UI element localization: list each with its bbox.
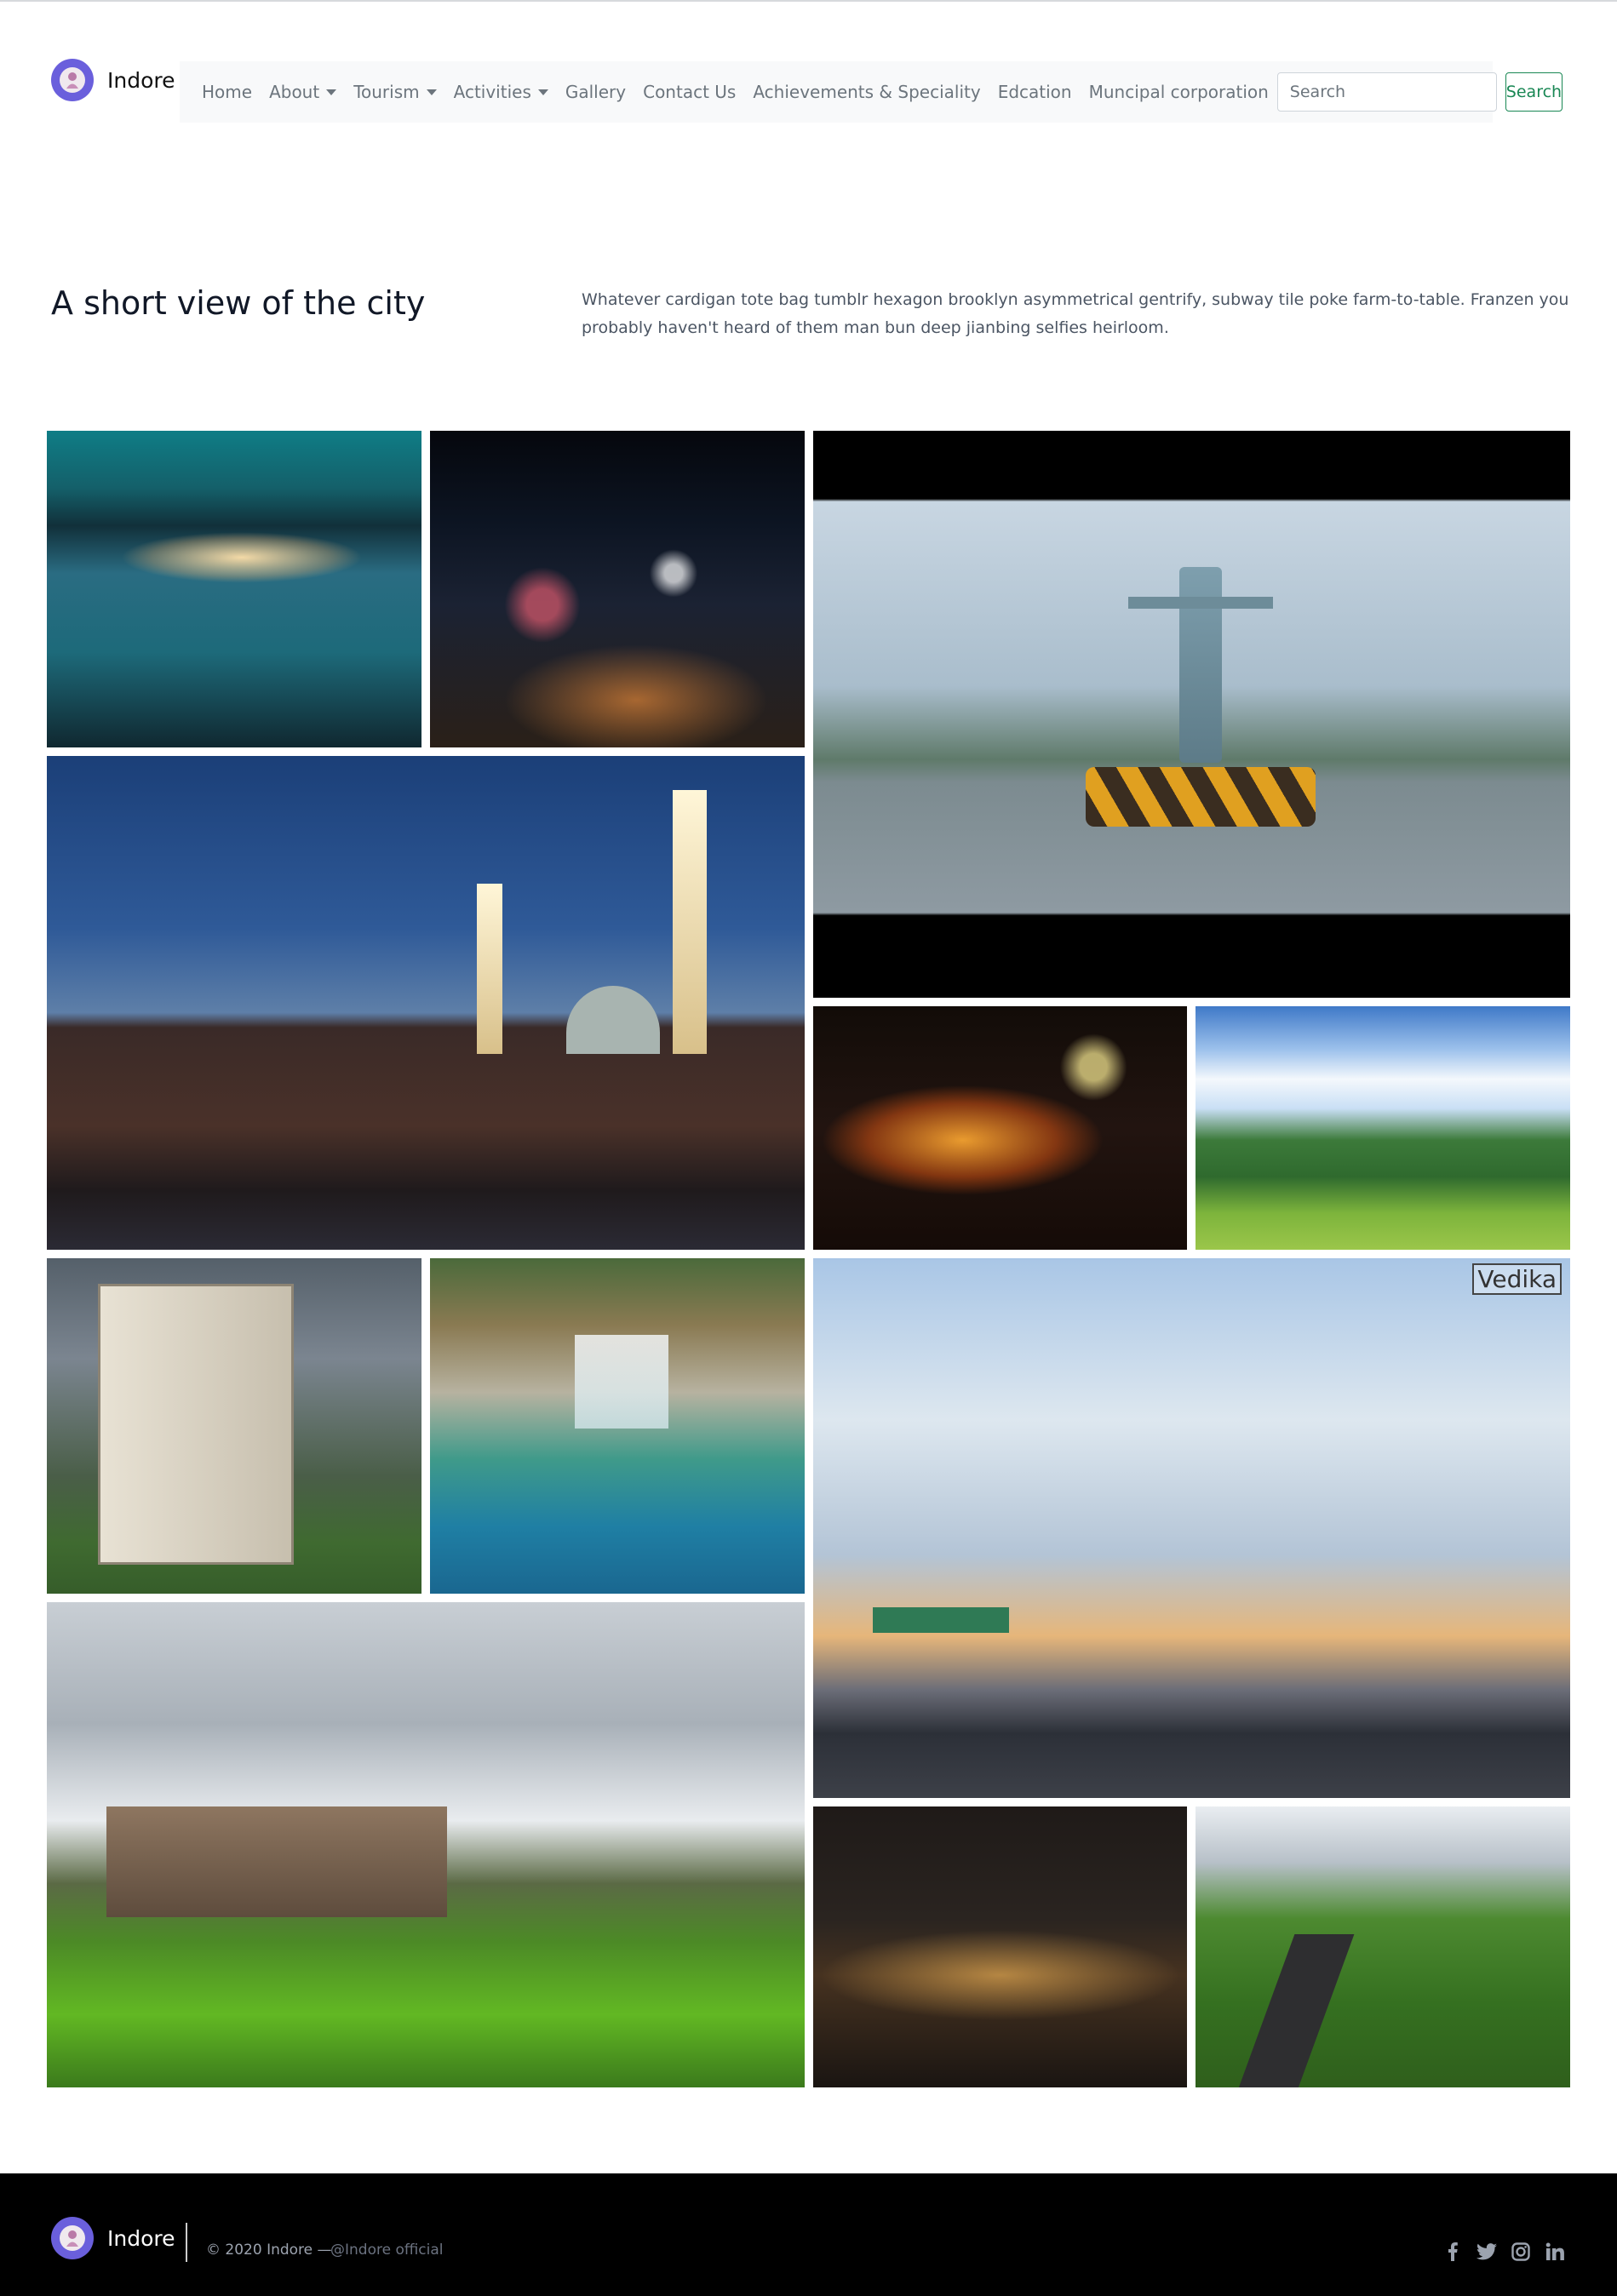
- gallery-photo-city-lights[interactable]: [813, 1806, 1187, 2087]
- dome-shape: [566, 986, 660, 1054]
- caret-down-icon: [326, 89, 337, 95]
- caret-down-icon: [537, 89, 548, 95]
- gallery-photo-ghat-road[interactable]: [1196, 1806, 1570, 2087]
- nav-gallery[interactable]: Gallery: [565, 82, 626, 102]
- gallery-photo-waterfall-pool[interactable]: [430, 1258, 805, 1594]
- gallery-photo-fort-ruins[interactable]: [47, 1602, 805, 2087]
- nav-about-dropdown[interactable]: About: [269, 82, 337, 102]
- gallery-photo-apartment-tower[interactable]: [47, 1258, 421, 1594]
- brand-link[interactable]: Indore: [51, 58, 175, 102]
- nav-gallery-label: Gallery: [565, 82, 627, 102]
- nav-activities-dropdown[interactable]: Activities: [454, 82, 548, 102]
- nav-achievements-label: Achievements & Speciality: [753, 82, 981, 102]
- facebook-icon[interactable]: [1442, 2242, 1463, 2262]
- page-title: A short view of the city: [51, 284, 426, 322]
- gallery-photo-mosque-lake[interactable]: [47, 756, 805, 1250]
- photo-watermark: Vedika: [1472, 1263, 1562, 1295]
- gallery-photo-robot-statue-square[interactable]: [813, 431, 1570, 998]
- waterfall-shape: [575, 1335, 668, 1429]
- footer-divider: [186, 2223, 187, 2262]
- social-links: [1442, 2242, 1565, 2262]
- caret-down-icon: [426, 89, 437, 95]
- linkedin-icon[interactable]: [1545, 2242, 1565, 2262]
- nav-municipal-label: Muncipal corporation: [1088, 82, 1269, 102]
- nav-tourism-label: Tourism: [353, 82, 420, 102]
- highway-sign-shape: [873, 1607, 1009, 1633]
- minaret-shape: [673, 790, 707, 1054]
- nav-contact-us[interactable]: Contact Us: [643, 82, 736, 102]
- instagram-icon[interactable]: [1511, 2242, 1531, 2262]
- brand-name: Indore: [107, 67, 175, 93]
- footer-handle-link[interactable]: @Indore official: [330, 2242, 444, 2259]
- nav-achievements[interactable]: Achievements & Speciality: [753, 82, 980, 102]
- nav-education-label: Edcation: [997, 82, 1072, 102]
- gallery-photo-traffic-light-trails[interactable]: [813, 1006, 1187, 1250]
- search-button[interactable]: Search: [1505, 72, 1563, 112]
- intro-description: Whatever cardigan tote bag tumblr hexago…: [582, 290, 1569, 337]
- gallery-photo-bridge-night[interactable]: [47, 431, 421, 747]
- ruin-shape: [106, 1806, 447, 1917]
- nav-home-label: Home: [202, 82, 253, 102]
- statue-base-shape: [1086, 767, 1316, 827]
- main-navbar: Home About Tourism Activities Gallery Co…: [180, 61, 1563, 123]
- site-footer: Indore © 2020 Indore — @Indore official: [0, 2173, 1617, 2296]
- nav-home[interactable]: Home: [202, 82, 252, 102]
- minaret-shape: [477, 884, 502, 1054]
- tower-shape: [98, 1284, 294, 1565]
- footer-brand-link[interactable]: Indore: [51, 2216, 175, 2260]
- logo-icon: [51, 2217, 94, 2259]
- twitter-icon[interactable]: [1477, 2242, 1497, 2262]
- logo-icon: [51, 59, 94, 101]
- search-input[interactable]: [1276, 72, 1497, 112]
- road-shape: [1232, 1934, 1355, 2087]
- nav-about-label: About: [269, 82, 320, 102]
- gallery-photo-sunset-highway[interactable]: Vedika: [813, 1258, 1570, 1798]
- gallery-photo-green-valley[interactable]: [1196, 1006, 1570, 1250]
- nav-contact-label: Contact Us: [643, 82, 737, 102]
- footer-copyright: © 2020 Indore —: [206, 2242, 332, 2259]
- footer-brand-name: Indore: [107, 2225, 175, 2251]
- nav-tourism-dropdown[interactable]: Tourism: [353, 82, 437, 102]
- top-border: [0, 0, 1617, 2]
- nav-activities-label: Activities: [453, 82, 531, 102]
- gallery-photo-city-night-aerial[interactable]: [430, 431, 805, 747]
- statue-arms-shape: [1128, 597, 1273, 609]
- nav-municipal-corporation[interactable]: Muncipal corporation: [1089, 82, 1269, 102]
- nav-education[interactable]: Edcation: [998, 82, 1072, 102]
